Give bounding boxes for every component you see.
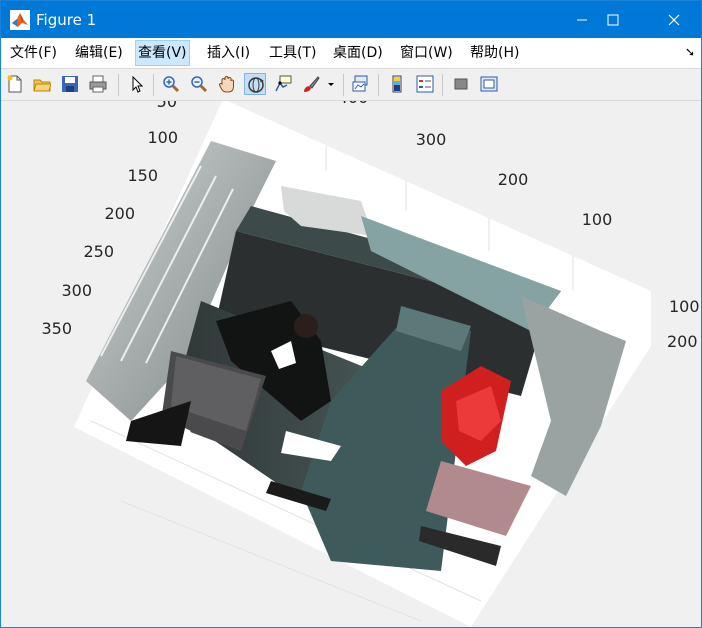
- toolbar-separator: [118, 74, 119, 96]
- zoom-in-button[interactable]: [160, 73, 182, 95]
- printer-icon: [89, 75, 107, 93]
- x-tick-label: 300: [416, 130, 447, 149]
- arrow-pointer-icon: [132, 75, 144, 93]
- y-tick-label: 300: [61, 281, 92, 300]
- menu-desktop[interactable]: 桌面(D): [331, 41, 385, 65]
- hide-plot-tools-icon: [454, 78, 468, 90]
- matlab-logo-icon: [10, 10, 30, 30]
- select-button[interactable]: [126, 73, 148, 95]
- figure-toolbar: [1, 68, 701, 101]
- y-tick-label: 200: [104, 204, 135, 223]
- show-plot-tools-button[interactable]: [478, 73, 500, 95]
- menu-help[interactable]: 帮助(H): [468, 41, 521, 65]
- y-tick-clipped: 50: [157, 101, 177, 111]
- rotate-3d-icon: [248, 77, 264, 93]
- menu-edit[interactable]: 编辑(E): [73, 41, 125, 65]
- open-file-button[interactable]: [31, 73, 53, 95]
- toolbar-separator: [378, 74, 379, 96]
- z-tick-label: 100: [669, 297, 700, 316]
- y-tick-label: 100: [147, 128, 178, 147]
- link-plot-button[interactable]: [350, 73, 372, 95]
- save-disk-icon: [62, 76, 78, 92]
- z-tick-label: 200: [667, 332, 698, 351]
- toolbar-separator: [442, 74, 443, 96]
- x-tick-label: 100: [582, 210, 613, 229]
- close-icon: [668, 14, 680, 26]
- chevron-down-icon: [328, 83, 334, 86]
- show-plot-tools-icon: [480, 76, 498, 92]
- legend-button[interactable]: [414, 73, 436, 95]
- print-button[interactable]: [87, 73, 109, 95]
- menu-file[interactable]: 文件(F): [8, 41, 59, 65]
- zoom-out-button[interactable]: [188, 73, 210, 95]
- colorbar-icon: [392, 75, 402, 93]
- y-tick-label: 150: [127, 166, 158, 185]
- figure-canvas[interactable]: 50 100 150 200 250 300 350 400 300 200 1…: [1, 101, 701, 627]
- maximize-icon: [607, 14, 619, 26]
- toolbar-separator: [153, 74, 154, 96]
- colorbar-button[interactable]: [386, 73, 408, 95]
- brush-icon: [304, 76, 320, 92]
- menu-tools[interactable]: 工具(T): [267, 41, 318, 65]
- x-tick-clipped: 400: [338, 101, 369, 107]
- menu-view[interactable]: 查看(V): [135, 40, 190, 66]
- data-tip-icon: [275, 75, 292, 92]
- pan-button[interactable]: [216, 73, 238, 95]
- toolbar-separator: [343, 74, 344, 96]
- title-bar[interactable]: Figure 1: [1, 1, 701, 38]
- x-tick-label: 200: [498, 170, 529, 189]
- maximize-button[interactable]: [586, 1, 640, 38]
- close-button[interactable]: [647, 1, 701, 38]
- menu-bar: 文件(F) 编辑(E) 查看(V) 插入(I) 工具(T) 桌面(D) 窗口(W…: [1, 38, 701, 68]
- folder-icon: [33, 79, 51, 92]
- window-title: Figure 1: [36, 11, 97, 29]
- zoom-in-icon: [163, 76, 180, 93]
- menu-window[interactable]: 窗口(W): [398, 41, 455, 65]
- data-cursor-button[interactable]: [272, 73, 294, 95]
- y-tick-label: 250: [83, 242, 114, 261]
- zoom-out-icon: [191, 76, 208, 93]
- new-figure-button[interactable]: [4, 73, 26, 95]
- brush-dropdown[interactable]: [324, 73, 338, 95]
- link-plot-icon: [352, 75, 368, 92]
- hide-plot-tools-button[interactable]: [450, 73, 472, 95]
- pan-hand-icon: [218, 75, 234, 93]
- brush-button[interactable]: [300, 73, 322, 95]
- save-button[interactable]: [59, 73, 81, 95]
- z-axis: 100 200: [667, 297, 700, 351]
- rotate-3d-button[interactable]: [244, 73, 266, 95]
- new-file-icon: [7, 75, 22, 93]
- y-tick-label: 350: [41, 319, 72, 338]
- point-cloud-axes[interactable]: 50 100 150 200 250 300 350 400 300 200 1…: [1, 101, 701, 627]
- legend-icon: [416, 75, 434, 93]
- menu-insert[interactable]: 插入(I): [205, 41, 252, 65]
- figure-window: Figure 1 文件(F) 编辑(E) 查看(V) 插入(I) 工具(T) 桌…: [0, 0, 702, 628]
- menu-dock-arrow-icon[interactable]: ➘: [685, 45, 695, 59]
